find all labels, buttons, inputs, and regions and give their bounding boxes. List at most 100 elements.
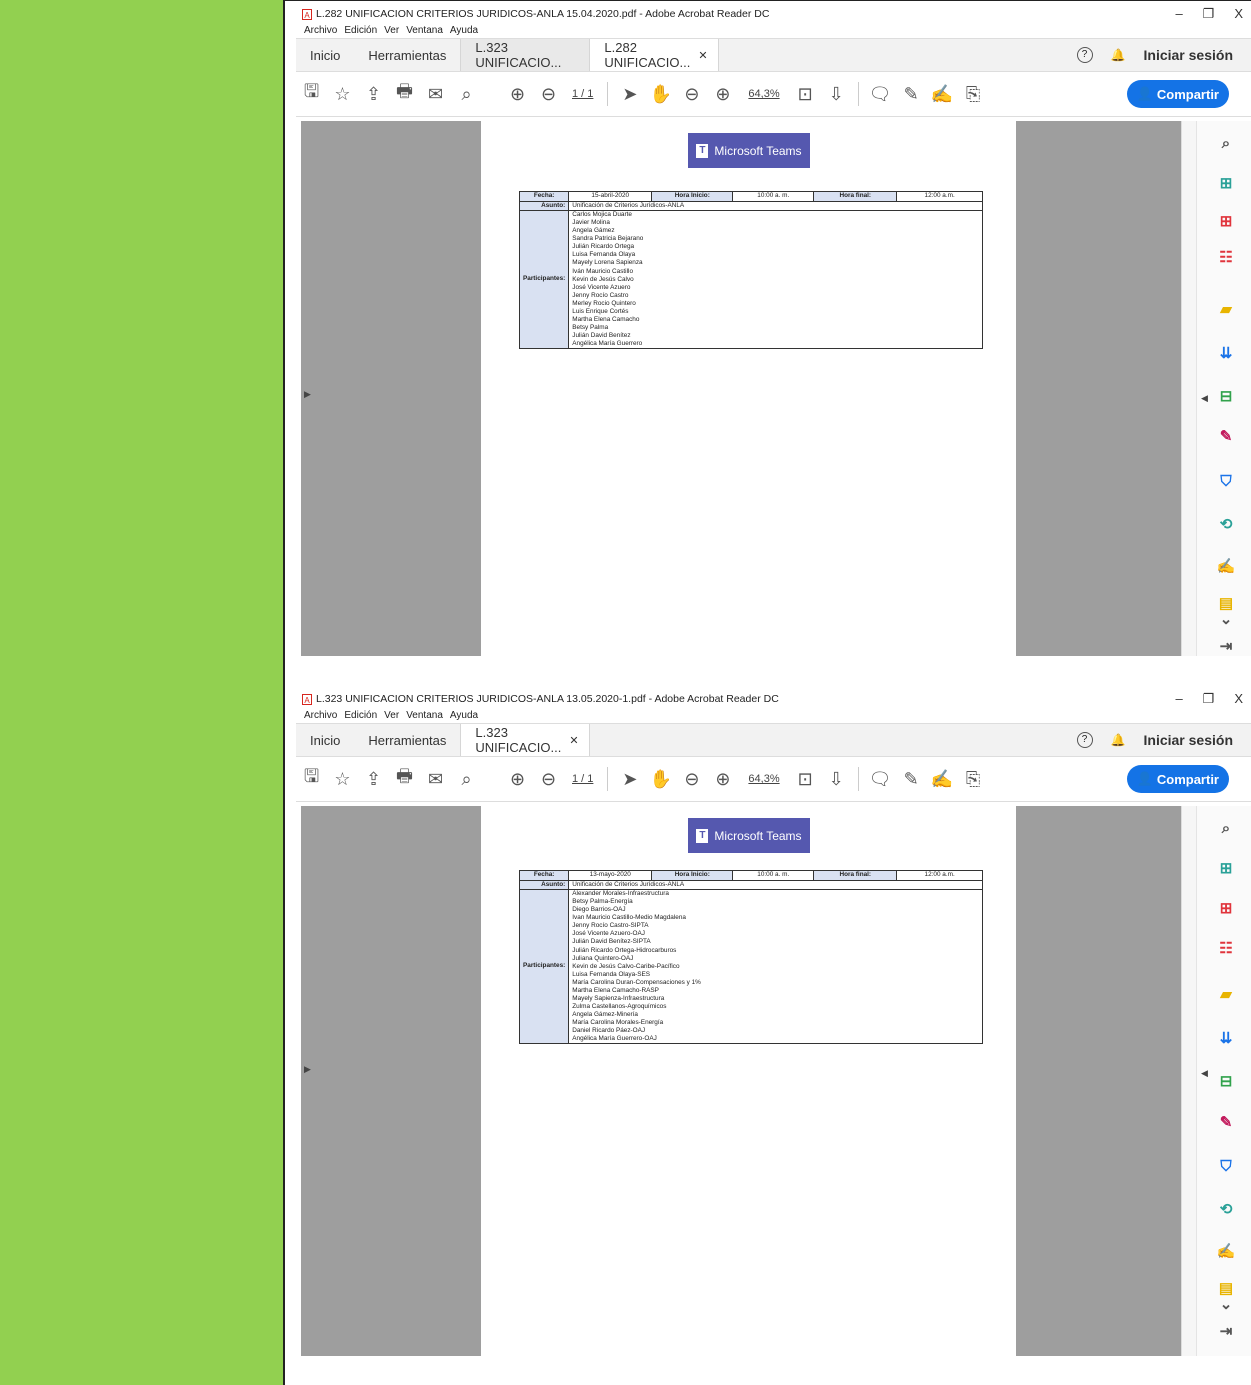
email-icon[interactable]: ✉ <box>420 84 451 105</box>
fit-page-icon[interactable]: ⊡ <box>790 84 821 105</box>
compress-icon[interactable]: ⊟ <box>1215 386 1237 408</box>
save-icon[interactable]: 🖫 <box>296 764 327 794</box>
menu-archivo[interactable]: Archivo <box>304 25 337 36</box>
document-area[interactable]: ▶ T Microsoft Teams Fecha: 13-mayo-2020 … <box>301 806 1181 1356</box>
convert-icon[interactable]: ⇊ <box>1215 343 1237 365</box>
convert-icon[interactable]: ⇊ <box>1215 1028 1237 1050</box>
chevron-down-icon[interactable]: ⌄ <box>1215 1294 1237 1316</box>
menu-ventana[interactable]: Ventana <box>406 25 443 36</box>
fill-sign-icon[interactable]: ✍ <box>927 769 958 790</box>
hand-tool-icon[interactable]: ✋ <box>645 84 676 105</box>
menu-ayuda[interactable]: Ayuda <box>450 25 478 36</box>
tab-document[interactable]: L.323 UNIFICACIO... <box>460 39 590 71</box>
vertical-scrollbar[interactable] <box>1181 806 1196 1356</box>
fill-sign-tool-icon[interactable]: ✎ <box>1215 426 1237 448</box>
sign-in-button[interactable]: Iniciar sesión <box>1144 732 1233 748</box>
menu-ver[interactable]: Ver <box>384 25 399 36</box>
select-cursor-icon[interactable]: ➤ <box>614 769 645 790</box>
upload-cloud-icon[interactable]: ⇪ <box>358 84 389 105</box>
right-panel-collapse-icon[interactable]: ◀ <box>1201 1068 1208 1079</box>
menu-edicion[interactable]: Edición <box>344 25 377 36</box>
share-button[interactable]: 👤 Compartir <box>1126 765 1229 793</box>
menu-ver[interactable]: Ver <box>384 710 399 721</box>
tab-document-active[interactable]: L.282 UNIFICACIO... ✕ <box>589 39 720 71</box>
search-icon[interactable]: ⌕ <box>451 769 482 790</box>
search-icon[interactable]: ⌕ <box>451 84 482 105</box>
email-icon[interactable]: ✉ <box>420 769 451 790</box>
minimize-icon[interactable]: – <box>1175 6 1182 22</box>
page-up-icon[interactable]: ⊕ <box>502 84 533 105</box>
left-panel-toggle-icon[interactable]: ▶ <box>304 1064 311 1075</box>
print-icon[interactable]: 🖶 <box>389 764 420 794</box>
bookmark-star-icon[interactable]: ☆ <box>327 84 358 105</box>
stamp-icon[interactable]: ⎘ <box>958 769 989 790</box>
page-indicator[interactable]: 1 / 1 <box>572 773 593 785</box>
page-down-icon[interactable]: ⊖ <box>533 769 564 790</box>
compress-icon[interactable]: ⊟ <box>1215 1071 1237 1093</box>
expand-panel-icon[interactable]: ⇥ <box>1215 636 1237 656</box>
scroll-mode-icon[interactable]: ⇩ <box>821 769 852 790</box>
scroll-mode-icon[interactable]: ⇩ <box>821 84 852 105</box>
upload-cloud-icon[interactable]: ⇪ <box>358 769 389 790</box>
right-panel-collapse-icon[interactable]: ◀ <box>1201 393 1208 404</box>
help-icon[interactable]: ? <box>1076 47 1093 63</box>
search-zoom-icon[interactable]: ⌕ <box>1215 133 1237 155</box>
bell-icon[interactable]: 🔔 <box>1111 733 1126 747</box>
help-icon[interactable]: ? <box>1076 732 1093 748</box>
create-pdf-icon[interactable]: ⊞ <box>1215 173 1237 195</box>
document-area[interactable]: ▶ T Microsoft Teams Fecha: 15-abril-2020… <box>301 121 1181 656</box>
hand-tool-icon[interactable]: ✋ <box>645 769 676 790</box>
bookmark-star-icon[interactable]: ☆ <box>327 769 358 790</box>
menu-ayuda[interactable]: Ayuda <box>450 710 478 721</box>
close-window-icon[interactable]: X <box>1234 6 1243 22</box>
signature-icon[interactable]: ✍ <box>1215 556 1237 578</box>
create-pdf-icon[interactable]: ⊞ <box>1215 858 1237 880</box>
page-up-icon[interactable]: ⊕ <box>502 769 533 790</box>
zoom-level[interactable]: 64,3% <box>748 773 779 785</box>
tab-close-icon[interactable]: ✕ <box>698 49 707 62</box>
organize-pages-icon[interactable]: ☷ <box>1215 247 1237 269</box>
signature-icon[interactable]: ✍ <box>1215 1241 1237 1263</box>
chevron-down-icon[interactable]: ⌄ <box>1215 609 1237 631</box>
export-pdf-icon[interactable]: ⊞ <box>1215 211 1237 233</box>
fill-sign-tool-icon[interactable]: ✎ <box>1215 1112 1237 1134</box>
tab-document-active[interactable]: L.323 UNIFICACIO... ✕ <box>460 724 591 756</box>
menu-ventana[interactable]: Ventana <box>406 710 443 721</box>
fit-page-icon[interactable]: ⊡ <box>790 769 821 790</box>
tab-herramientas[interactable]: Herramientas <box>354 724 460 756</box>
protect-shield-icon[interactable]: ⛉ <box>1215 1156 1237 1178</box>
zoom-out-icon[interactable]: ⊖ <box>676 84 707 105</box>
sign-in-button[interactable]: Iniciar sesión <box>1144 47 1233 63</box>
tab-close-icon[interactable]: ✕ <box>569 734 578 747</box>
restore-icon[interactable]: ❐ <box>1203 6 1215 22</box>
stamp-icon[interactable]: ⎘ <box>958 84 989 105</box>
page-down-icon[interactable]: ⊖ <box>533 84 564 105</box>
close-window-icon[interactable]: X <box>1234 691 1243 707</box>
comment-icon[interactable]: 🗨 <box>865 84 896 105</box>
left-panel-toggle-icon[interactable]: ▶ <box>304 389 311 400</box>
expand-panel-icon[interactable]: ⇥ <box>1215 1321 1237 1343</box>
comment-tool-icon[interactable]: ▰ <box>1215 299 1237 321</box>
export-pdf-icon[interactable]: ⊞ <box>1215 898 1237 920</box>
highlight-pen-icon[interactable]: ✎ <box>896 84 927 105</box>
zoom-out-icon[interactable]: ⊖ <box>676 769 707 790</box>
save-icon[interactable]: 🖫 <box>296 79 327 109</box>
select-cursor-icon[interactable]: ➤ <box>614 84 645 105</box>
tab-inicio[interactable]: Inicio <box>296 39 354 71</box>
page-indicator[interactable]: 1 / 1 <box>572 88 593 100</box>
menu-edicion[interactable]: Edición <box>344 710 377 721</box>
zoom-in-icon[interactable]: ⊕ <box>707 84 738 105</box>
comment-icon[interactable]: 🗨 <box>865 769 896 790</box>
comment-tool-icon[interactable]: ▰ <box>1215 984 1237 1006</box>
zoom-level[interactable]: 64,3% <box>748 88 779 100</box>
tab-inicio[interactable]: Inicio <box>296 724 354 756</box>
bell-icon[interactable]: 🔔 <box>1111 48 1126 62</box>
search-zoom-icon[interactable]: ⌕ <box>1215 818 1237 840</box>
fill-sign-icon[interactable]: ✍ <box>927 84 958 105</box>
send-review-icon[interactable]: ⟲ <box>1215 514 1237 536</box>
share-button[interactable]: 👤 Compartir <box>1126 80 1229 108</box>
highlight-pen-icon[interactable]: ✎ <box>896 769 927 790</box>
menu-archivo[interactable]: Archivo <box>304 710 337 721</box>
zoom-in-icon[interactable]: ⊕ <box>707 769 738 790</box>
send-review-icon[interactable]: ⟲ <box>1215 1199 1237 1221</box>
